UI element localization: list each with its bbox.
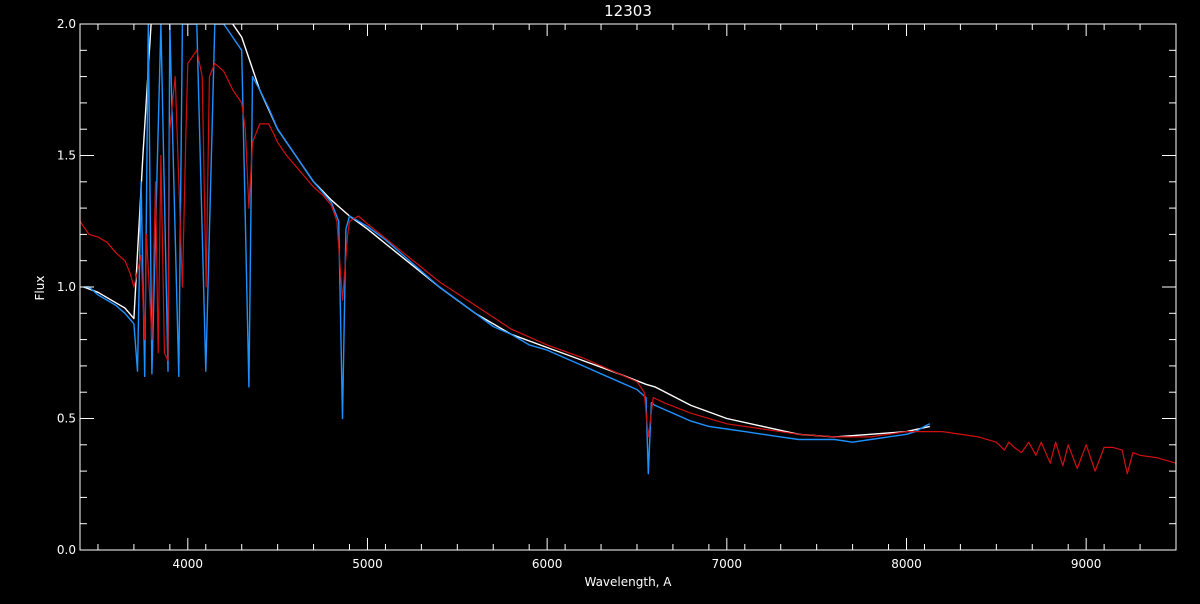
y-axis-label: Flux (33, 276, 47, 301)
x-tick-label: 5000 (352, 557, 383, 571)
chart-title: 12303 (604, 2, 652, 20)
y-tick-label: 1.0 (57, 280, 76, 294)
x-tick-label: 9000 (1071, 557, 1102, 571)
chart-svg: 12303 Wavelength, A Flux 4000 5000 6000 700… (0, 0, 1200, 600)
x-tick-label: 4000 (173, 557, 204, 571)
y-tick-label: 1.5 (57, 149, 76, 163)
x-tick-label: 7000 (712, 557, 743, 571)
y-tick-label: 2.0 (57, 17, 76, 31)
spectrum-chart: 12303 Wavelength, A Flux 4000 5000 6000 700… (0, 0, 1200, 600)
x-tick-label: 6000 (532, 557, 563, 571)
y-tick-label: 0.5 (57, 412, 76, 426)
x-axis-label: Wavelength, A (584, 575, 672, 589)
y-tick-label: 0.0 (57, 543, 76, 557)
x-tick-label: 8000 (891, 557, 922, 571)
